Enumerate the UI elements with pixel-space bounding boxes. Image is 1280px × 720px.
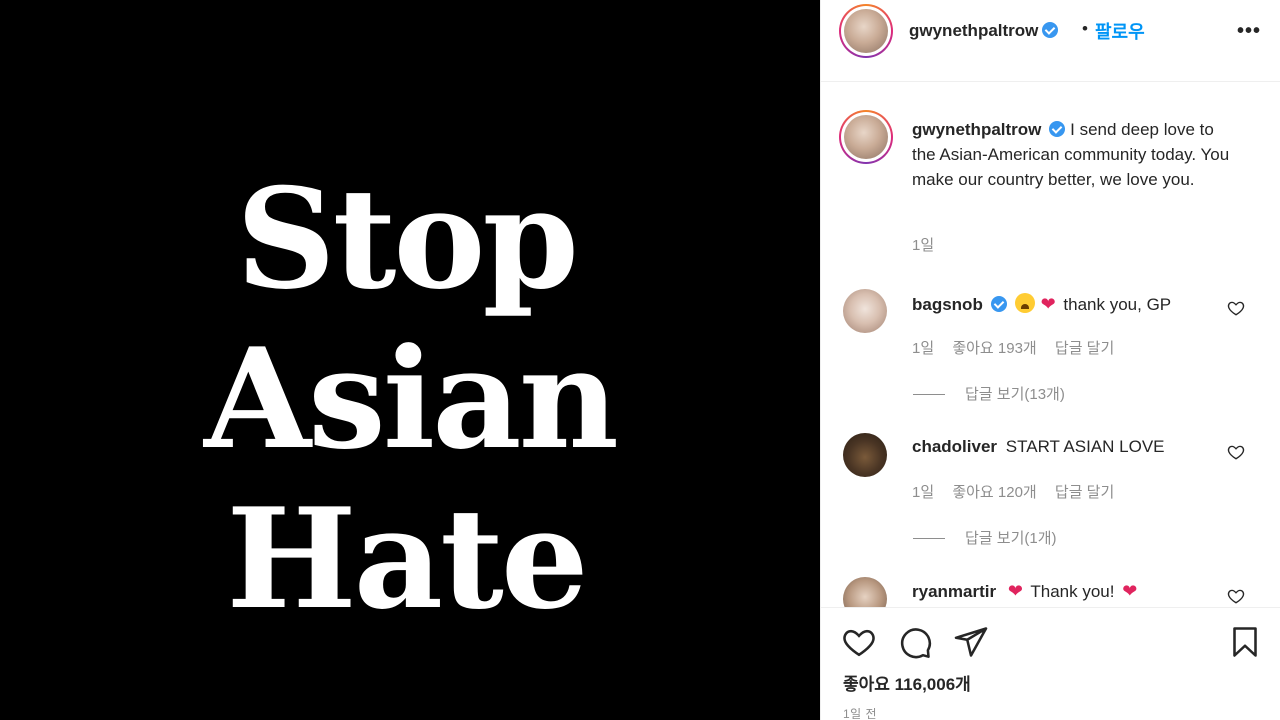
comment-likes[interactable]: 좋아요 120개 — [952, 484, 1036, 501]
post-image-text-line: Asian — [204, 317, 619, 480]
post-image-text-line: Stop — [236, 157, 579, 320]
comments-list[interactable]: gwynethpaltrow I send deep love to the A… — [821, 83, 1280, 607]
comment-bubble-icon[interactable] — [897, 624, 933, 660]
post-actions-bar: 좋아요 116,006개 1일 전 — [821, 607, 1280, 720]
comment-like-heart-icon[interactable] — [1227, 587, 1245, 605]
comment-time[interactable]: 1일 — [912, 484, 934, 501]
comment-like-heart-icon[interactable] — [1227, 443, 1245, 461]
caption-username[interactable]: gwynethpaltrow — [912, 120, 1041, 139]
view-replies-label: 답글 보기(1개) — [965, 530, 1057, 547]
verified-badge-icon — [990, 296, 1007, 312]
post-side-panel: gwynethpaltrow • 팔로우 ••• gwynethpaltrow … — [820, 0, 1280, 720]
commenter-avatar[interactable] — [843, 289, 887, 333]
more-options-icon[interactable]: ••• — [1237, 20, 1261, 43]
commenter-avatar[interactable] — [843, 433, 887, 477]
view-replies-button[interactable]: 답글 보기(13개) — [913, 383, 1065, 404]
comment-text: Thank you! — [1030, 582, 1115, 601]
red-heart-emoji-icon: ❤ — [1040, 294, 1056, 314]
caption-time[interactable]: 1일 — [912, 234, 934, 255]
crying-face-emoji-icon — [1014, 293, 1035, 313]
comment-meta: 1일 좋아요 193개 답글 달기 — [912, 337, 1128, 358]
replies-dash-divider — [913, 538, 945, 539]
comment-time[interactable]: 1일 — [912, 340, 934, 357]
red-heart-emoji-icon: ❤ — [1007, 581, 1023, 601]
reply-button[interactable]: 답글 달기 — [1055, 340, 1114, 357]
comment-text-line: bagsnob ❤ thank you, GP — [912, 293, 1171, 315]
commenter-avatar[interactable] — [843, 577, 887, 607]
verified-badge-icon — [1049, 121, 1066, 137]
caption: gwynethpaltrow I send deep love to the A… — [912, 117, 1242, 192]
view-replies-label: 답글 보기(13개) — [965, 386, 1065, 403]
red-heart-emoji-icon: ❤ — [1122, 581, 1138, 601]
reply-button[interactable]: 답글 달기 — [1055, 484, 1114, 501]
comment-item: chadoliver START ASIAN LOVE 1일 좋아요 120개 … — [821, 433, 1280, 573]
save-bookmark-icon[interactable] — [1227, 624, 1263, 660]
post-image[interactable]: Stop Asian Hate — [0, 0, 820, 720]
follow-button[interactable]: 팔로우 — [1095, 18, 1145, 44]
author-avatar[interactable] — [839, 4, 893, 58]
author-username[interactable]: gwynethpaltrow — [909, 21, 1038, 40]
comment-text: START ASIAN LOVE — [1005, 437, 1165, 456]
view-replies-button[interactable]: 답글 보기(1개) — [913, 527, 1057, 548]
comment-like-heart-icon[interactable] — [1227, 299, 1245, 317]
separator-dot: • — [1082, 19, 1088, 38]
comment-item: ryanmartir ❤ Thank you! ❤ — [821, 577, 1280, 607]
comment-likes[interactable]: 좋아요 193개 — [952, 340, 1036, 357]
comment-text: thank you, GP — [1063, 295, 1172, 314]
comment-text-line: ryanmartir ❤ Thank you! ❤ — [912, 581, 1140, 602]
caption-author-avatar[interactable] — [839, 110, 893, 164]
comment-username[interactable]: bagsnob — [912, 295, 983, 314]
author-name[interactable]: gwynethpaltrow — [909, 21, 1059, 41]
comment-username[interactable]: ryanmartir — [912, 582, 996, 601]
comment-item: bagsnob ❤ thank you, GP 1일 좋아요 193개 답글 달… — [821, 289, 1280, 429]
comment-text-line: chadoliver START ASIAN LOVE — [912, 437, 1165, 457]
like-count[interactable]: 좋아요 116,006개 — [843, 670, 971, 695]
post-image-text-line: Hate — [226, 477, 588, 640]
comment-username[interactable]: chadoliver — [912, 437, 997, 456]
share-paper-plane-icon[interactable] — [953, 624, 989, 660]
comment-meta: 1일 좋아요 120개 답글 달기 — [912, 481, 1128, 502]
verified-badge-icon — [1042, 22, 1059, 38]
like-heart-icon[interactable] — [841, 624, 877, 660]
post-time[interactable]: 1일 전 — [843, 705, 877, 720]
replies-dash-divider — [913, 394, 945, 395]
post-header: gwynethpaltrow • 팔로우 ••• — [821, 0, 1280, 82]
